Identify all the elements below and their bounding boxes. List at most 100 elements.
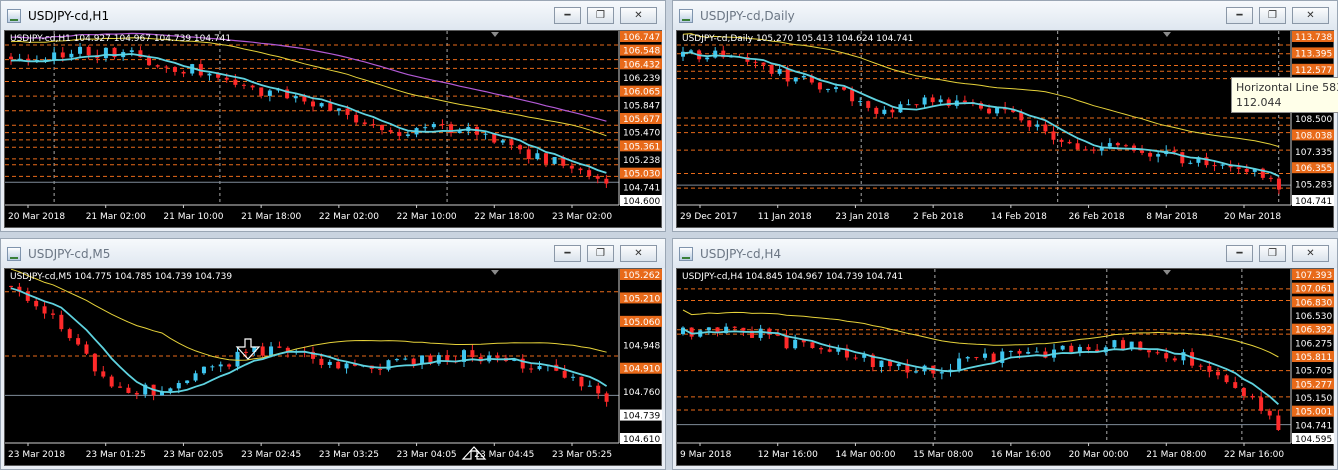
price-label: 105.470: [623, 129, 660, 139]
candle-body: [126, 387, 131, 393]
chart-area[interactable]: 107.393 107.061 106.830 106.530 106.392 106.2…: [676, 268, 1334, 466]
minimize-button[interactable]: ━: [554, 245, 581, 262]
candle-body: [526, 149, 531, 159]
time-label: 16 Mar 16:00: [991, 450, 1051, 460]
chart-icon: [7, 246, 21, 261]
time-label: 20 Mar 00:00: [1069, 450, 1129, 460]
price-label: 104.910: [623, 365, 660, 375]
chart-icon: [679, 8, 693, 23]
candle-body: [1123, 145, 1128, 147]
candle-body: [101, 371, 106, 377]
candle-body: [394, 359, 399, 361]
candle-body: [155, 65, 160, 67]
candle-body: [858, 101, 863, 103]
candle-body: [224, 77, 229, 80]
maximize-button[interactable]: ❐: [1259, 245, 1286, 262]
chart-shift-icon: [1163, 32, 1171, 37]
maximize-button[interactable]: ❐: [587, 245, 614, 262]
chart-area[interactable]: 105.262 105.210 105.060 104.948 104.910 104.7…: [4, 268, 662, 466]
maximize-button[interactable]: ❐: [1259, 7, 1286, 24]
price-label: 106.830: [1295, 298, 1332, 308]
time-label: 23 Mar 03:25: [319, 450, 379, 460]
time-label: 23 Mar 04:45: [474, 450, 534, 460]
time-label: 22 Mar 10:00: [397, 212, 457, 222]
time-label: 22 Mar 18:00: [474, 212, 534, 222]
window-title: USDJPY-cd,Daily: [700, 8, 795, 23]
candle-body: [741, 327, 746, 331]
minimize-button[interactable]: ━: [1226, 245, 1253, 262]
window-titlebar[interactable]: USDJPY-cd,H4 ━ ❐ ✕: [673, 239, 1337, 268]
close-button[interactable]: ✕: [620, 245, 657, 262]
candle-body: [1172, 358, 1177, 361]
window-titlebar[interactable]: USDJPY-cd,M5 ━ ❐ ✕: [1, 239, 665, 268]
candle-body: [109, 376, 114, 387]
candle-body: [1043, 124, 1048, 132]
candle-body: [243, 351, 248, 353]
candle-body: [1215, 371, 1220, 376]
chart-window-daily[interactable]: USDJPY-cd,Daily ━ ❐ ✕ 113.738 113.395 112.…: [672, 0, 1338, 232]
price-label: 105.283: [1295, 181, 1332, 191]
candle-body: [207, 73, 212, 76]
candle-body: [59, 314, 64, 330]
candle-body: [78, 46, 83, 54]
price-label: 104.595: [1295, 435, 1332, 445]
candle-body: [440, 124, 445, 126]
chart-window-h4[interactable]: USDJPY-cd,H4 ━ ❐ ✕ 107.393 107.061 106.830…: [672, 238, 1338, 470]
candle-body: [9, 56, 13, 60]
candle-body: [1207, 365, 1212, 372]
price-label: 108.038: [1295, 131, 1332, 141]
time-label: 21 Mar 08:00: [1146, 450, 1206, 460]
price-label: 107.335: [1295, 148, 1332, 158]
candle-body: [1077, 346, 1082, 352]
candle-body: [761, 62, 766, 65]
chart-area[interactable]: 113.738113.395112.577112.064111.637108.5…: [676, 30, 1334, 228]
price-label: 106.530: [1295, 312, 1332, 322]
candle-body: [185, 380, 190, 384]
window-titlebar[interactable]: USDJPY-cd,H1 ━ ❐ ✕: [1, 1, 665, 30]
candle-body: [537, 366, 542, 370]
candle-body: [277, 346, 282, 348]
candle-body: [1268, 177, 1273, 179]
candle-body: [827, 349, 832, 352]
price-label: 105.262: [623, 271, 660, 281]
candle-body: [882, 109, 887, 114]
candle-body: [569, 165, 574, 169]
candle-body: [1121, 340, 1126, 350]
chart-canvas: 105.262 105.210 105.060 104.948 104.910 104.7…: [5, 269, 662, 460]
chart-window-m5[interactable]: USDJPY-cd,M5 ━ ❐ ✕ 105.262 105.210 105.060…: [0, 238, 666, 470]
chart-window-h1[interactable]: USDJPY-cd,H1 ━ ❐ ✕ 106.747 106.548 106.432…: [0, 0, 666, 232]
price-label: 104.760: [623, 388, 660, 398]
candle-body: [34, 300, 39, 307]
time-label: 15 Mar 08:00: [913, 450, 973, 460]
candle-body: [129, 50, 134, 53]
minimize-button[interactable]: ━: [554, 7, 581, 24]
candle-body: [52, 52, 57, 60]
candle-body: [431, 124, 436, 128]
price-label: 108.500: [1295, 115, 1332, 125]
price-label: 104.741: [1295, 197, 1332, 207]
symbol-info: USDJPY-cd,H4 104.845 104.967 104.739 104…: [682, 272, 904, 282]
candle-body: [706, 327, 711, 331]
candle-body: [1035, 124, 1040, 127]
maximize-button[interactable]: ❐: [587, 7, 614, 24]
candle-body: [705, 57, 710, 60]
close-button[interactable]: ✕: [1292, 7, 1329, 24]
candle-body: [269, 346, 274, 356]
window-titlebar[interactable]: USDJPY-cd,Daily ━ ❐ ✕: [673, 1, 1337, 30]
candle-body: [1190, 352, 1195, 366]
close-button[interactable]: ✕: [620, 7, 657, 24]
ma-fast-line: [10, 53, 607, 174]
candle-body: [1233, 382, 1238, 388]
close-button[interactable]: ✕: [1292, 245, 1329, 262]
candle-body: [713, 50, 718, 58]
candle-body: [853, 357, 858, 359]
candle-body: [518, 145, 523, 150]
candle-body: [769, 64, 774, 74]
chart-area[interactable]: 106.747 106.548 106.432 106.239 106.065 105.8…: [4, 30, 662, 228]
candle-body: [1276, 178, 1281, 190]
minimize-button[interactable]: ━: [1226, 7, 1253, 24]
price-label: 105.277: [1295, 380, 1332, 390]
candle-body: [328, 103, 333, 111]
candle-body: [250, 85, 255, 88]
candle-body: [336, 361, 341, 369]
